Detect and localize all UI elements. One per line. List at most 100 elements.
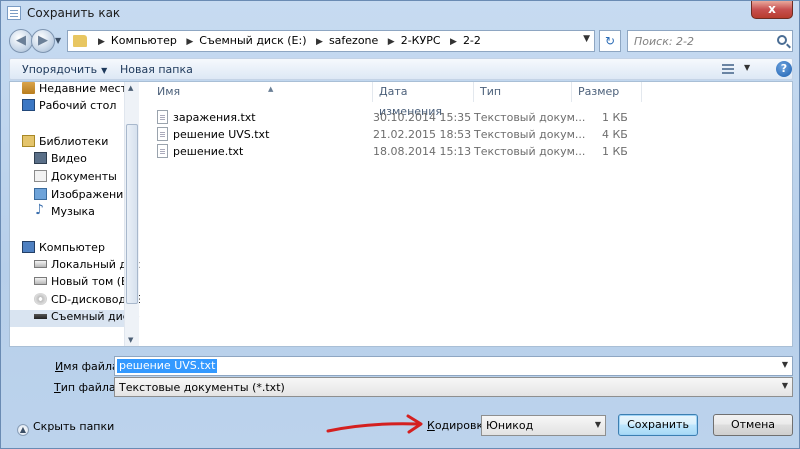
address-history-dropdown-icon[interactable]: ▼: [583, 34, 590, 44]
text-file-icon: [157, 144, 168, 158]
nav-item-documents[interactable]: Документы: [34, 170, 117, 187]
file-row[interactable]: решение.txt 18.08.2014 15:13 Текстовый д…: [151, 143, 643, 161]
column-header-type[interactable]: Тип: [474, 82, 572, 102]
chevron-right-icon[interactable]: ▶: [186, 37, 193, 47]
nav-item-label: Видео: [51, 152, 87, 165]
nav-item-label: Недавние места: [39, 82, 134, 95]
nav-scrollbar[interactable]: ▲ ▼: [124, 82, 139, 346]
nav-item-label: Компьютер: [39, 241, 105, 254]
nav-item-label: Рабочий стол: [39, 99, 117, 112]
chevron-right-icon[interactable]: ▶: [450, 37, 457, 47]
file-type: Текстовый докум...: [474, 111, 586, 124]
command-bar: Упорядочить ▼ Новая папка ▼ ?: [9, 58, 793, 80]
file-date: 30.10.2014 15:35: [373, 111, 472, 124]
back-button[interactable]: ◀: [9, 29, 33, 53]
file-name: решение UVS.txt: [173, 128, 270, 141]
encoding-select[interactable]: Юникод ▼: [481, 415, 606, 436]
nav-item-label: Музыка: [51, 205, 95, 218]
annotation-arrow-icon: [326, 414, 423, 434]
help-icon[interactable]: ?: [776, 61, 792, 77]
filetype-label-text: ип файла:: [60, 381, 120, 394]
nav-item-music[interactable]: Музыка: [34, 202, 95, 222]
search-input[interactable]: [632, 32, 772, 50]
filename-value: решение UVS.txt: [117, 359, 218, 373]
documents-icon: [34, 170, 47, 182]
back-arrow-icon: ◀: [16, 33, 26, 48]
title-bar: Сохранить как x: [1, 1, 799, 25]
nav-item-desktop[interactable]: Рабочий стол: [22, 99, 116, 116]
nav-item-recent-places[interactable]: Недавние места: [22, 82, 134, 99]
view-options-dropdown-icon[interactable]: ▼: [744, 63, 750, 72]
refresh-icon: ↻: [604, 34, 616, 48]
chevron-down-icon: ▼: [594, 420, 601, 429]
refresh-button[interactable]: ↻: [599, 30, 621, 52]
nav-item-removable-disk[interactable]: Съемный диск (: [10, 310, 140, 327]
cd-drive-icon: [34, 293, 47, 305]
filename-label: Имя файла:: [55, 360, 122, 373]
filetype-label: Тип файла:: [54, 381, 119, 394]
sort-ascending-icon: ▲: [268, 85, 274, 93]
breadcrumb-item[interactable]: 2-КУРС: [401, 34, 441, 47]
scroll-up-icon[interactable]: ▲: [128, 84, 133, 92]
folder-icon: [73, 35, 87, 47]
cancel-button[interactable]: Отмена: [713, 414, 793, 436]
nav-item-images[interactable]: Изображения: [34, 188, 130, 205]
text-file-icon: [157, 110, 168, 124]
close-button[interactable]: x: [751, 1, 793, 19]
nav-item-libraries[interactable]: Библиотеки: [22, 135, 108, 152]
text-file-icon: [157, 127, 168, 141]
chevron-right-icon[interactable]: ▶: [98, 37, 105, 47]
encoding-value: Юникод: [486, 419, 534, 432]
file-type: Текстовый докум...: [474, 128, 586, 141]
chevron-right-icon[interactable]: ▶: [316, 37, 323, 47]
organize-button[interactable]: Упорядочить ▼: [22, 63, 107, 76]
scroll-down-icon[interactable]: ▼: [128, 336, 133, 344]
breadcrumb-item[interactable]: safezone: [329, 34, 378, 47]
save-button[interactable]: Сохранить: [618, 414, 698, 436]
chevron-down-icon[interactable]: ▼: [782, 360, 788, 369]
file-type: Текстовый докум...: [474, 145, 586, 158]
file-row[interactable]: решение UVS.txt 21.02.2015 18:53 Текстов…: [151, 126, 643, 144]
filetype-value: Текстовые документы (*.txt): [119, 381, 285, 394]
file-size: 1 КБ: [602, 145, 628, 158]
browser-pane: Недавние места Рабочий стол Библиотеки В…: [9, 81, 793, 347]
breadcrumb-item[interactable]: Съемный диск (E:): [199, 34, 306, 47]
filename-field[interactable]: решение UVS.txt ▼: [114, 356, 793, 376]
forward-button[interactable]: ▶: [31, 29, 55, 53]
nav-item-label: Документы: [51, 170, 117, 183]
nav-item-label: Библиотеки: [39, 135, 109, 148]
column-header-name[interactable]: Имя ▲: [151, 82, 373, 102]
breadcrumb-item[interactable]: Компьютер: [111, 34, 177, 47]
computer-icon: [22, 241, 35, 253]
images-icon: [34, 188, 47, 200]
music-icon: [34, 202, 47, 218]
file-name: заражения.txt: [173, 111, 256, 124]
column-header-date[interactable]: Дата изменения: [373, 82, 474, 118]
hide-folders-button[interactable]: ▲ Скрыть папки: [17, 420, 114, 436]
change-view-icon[interactable]: [722, 64, 734, 74]
breadcrumb-item[interactable]: 2-2: [463, 34, 481, 47]
filetype-select[interactable]: Текстовые документы (*.txt) ▼: [114, 377, 793, 397]
search-icon[interactable]: [777, 35, 787, 45]
column-header-size[interactable]: Размер: [572, 82, 642, 102]
file-row[interactable]: заражения.txt 30.10.2014 15:35 Текстовый…: [151, 109, 643, 127]
chevron-right-icon[interactable]: ▶: [388, 37, 395, 47]
scrollbar-thumb[interactable]: [126, 124, 138, 304]
chevron-down-icon: ▼: [101, 66, 108, 75]
new-folder-button[interactable]: Новая папка: [120, 63, 193, 76]
search-box: [627, 30, 793, 52]
file-list: Имя ▲ Дата изменения Тип Размер заражения…: [141, 82, 792, 346]
drive-icon: [34, 277, 47, 285]
nav-item-new-volume[interactable]: Новый том (E:): [34, 275, 136, 292]
local-disk-icon: [34, 260, 47, 268]
breadcrumb: ▶ Компьютер ▶ Съемный диск (E:) ▶ safezone …: [92, 34, 481, 47]
organize-label: Упорядочить: [22, 63, 98, 76]
forward-arrow-icon: ▶: [38, 33, 48, 48]
recent-locations-dropdown-icon[interactable]: ▼: [55, 36, 63, 45]
nav-item-video[interactable]: Видео: [34, 152, 87, 169]
hide-folders-label: Скрыть папки: [33, 420, 115, 433]
navigation-pane: Недавние места Рабочий стол Библиотеки В…: [10, 82, 140, 346]
address-bar[interactable]: ▶ Компьютер ▶ Съемный диск (E:) ▶ safezone …: [67, 30, 595, 52]
nav-item-computer[interactable]: Компьютер: [22, 241, 105, 258]
column-header-label: Имя: [157, 85, 181, 98]
